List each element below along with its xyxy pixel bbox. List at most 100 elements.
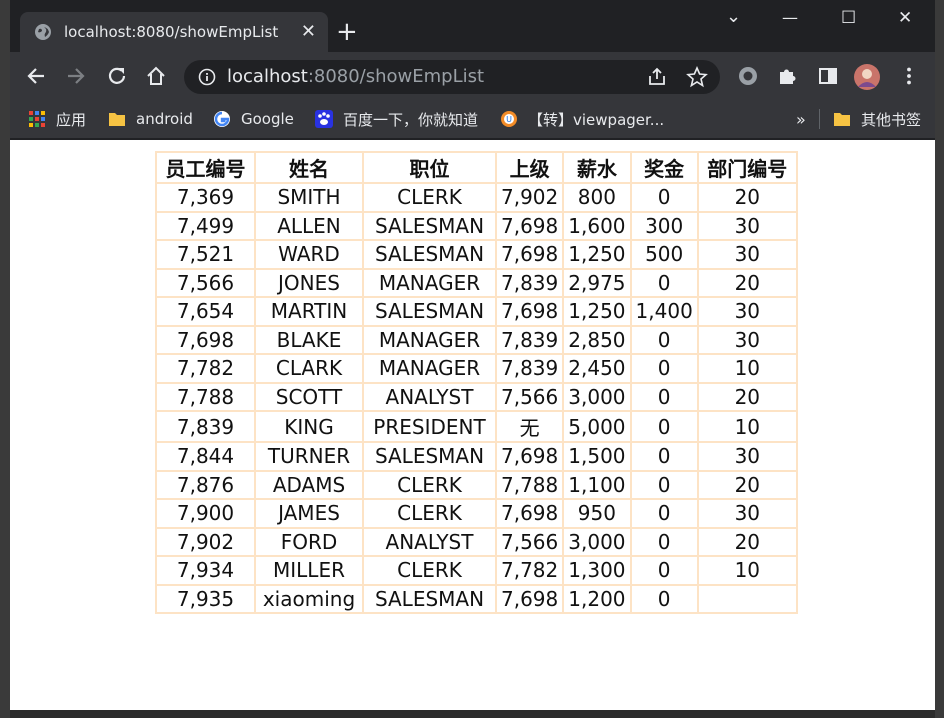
folder-icon xyxy=(834,113,850,126)
table-cell: 7,654 xyxy=(156,297,255,326)
table-cell: 20 xyxy=(697,183,797,212)
table-cell: 7,839 xyxy=(496,354,564,383)
table-cell: 7,782 xyxy=(496,556,564,585)
column-header: 上级 xyxy=(496,152,564,183)
browser-window: localhost:8080/showEmpList ✕ + ⌄ — ☐ ✕ l… xyxy=(10,0,935,710)
table-cell: 1,100 xyxy=(563,470,631,499)
column-header: 员工编号 xyxy=(156,152,255,183)
table-cell: 7,902 xyxy=(156,527,255,556)
table-cell: ANALYST xyxy=(363,527,496,556)
table-row: 7,698 BLAKE MANAGER 7,839 2,850 0 30 xyxy=(156,325,797,354)
table-row: 7,499 ALLEN SALESMAN 7,698 1,600 300 30 xyxy=(156,211,797,240)
table-cell: 7,369 xyxy=(156,183,255,212)
table-cell: CLARK xyxy=(255,354,363,383)
background-window-strip-left xyxy=(0,0,10,718)
tab-search-dropdown-icon[interactable]: ⌄ xyxy=(726,6,741,27)
bookmark-google[interactable]: Google xyxy=(213,108,294,130)
table-cell: xiaoming xyxy=(255,584,363,613)
extensions-puzzle-icon[interactable] xyxy=(776,65,798,87)
share-icon[interactable] xyxy=(646,66,668,88)
table-cell: 30 xyxy=(697,240,797,269)
table-cell: 0 xyxy=(630,584,698,613)
bookmark-other-bookmarks[interactable]: 其他书签 xyxy=(833,108,921,130)
bookmark-label: 百度一下，你就知道 xyxy=(343,110,479,129)
table-cell: 0 xyxy=(630,183,698,212)
reload-icon[interactable] xyxy=(106,65,128,87)
bookmark-star-icon[interactable] xyxy=(686,66,708,88)
table-row: 7,369 SMITH CLERK 7,902 800 0 20 xyxy=(156,183,797,212)
forward-arrow-icon[interactable] xyxy=(65,65,87,87)
table-cell: 7,521 xyxy=(156,240,255,269)
extension-record-icon[interactable] xyxy=(737,65,759,87)
table-cell: 20 xyxy=(697,527,797,556)
tab-active[interactable]: localhost:8080/showEmpList ✕ xyxy=(20,12,328,52)
close-window-icon[interactable]: ✕ xyxy=(898,8,912,28)
table-cell: MANAGER xyxy=(363,354,496,383)
profile-avatar[interactable] xyxy=(853,63,881,91)
table-row: 7,934 MILLER CLERK 7,782 1,300 0 10 xyxy=(156,556,797,585)
table-cell: 0 xyxy=(630,382,698,411)
minimize-icon[interactable]: — xyxy=(782,8,798,27)
table-cell: MARTIN xyxy=(255,297,363,326)
table-cell: 7,839 xyxy=(496,325,564,354)
table-cell: 0 xyxy=(630,411,698,442)
bookmark-baidu[interactable]: 百度一下，你就知道 xyxy=(315,108,478,130)
column-header: 姓名 xyxy=(255,152,363,183)
table-cell: SCOTT xyxy=(255,382,363,411)
table-cell: 2,450 xyxy=(563,354,631,383)
table-cell: 2,975 xyxy=(563,268,631,297)
table-cell: WARD xyxy=(255,240,363,269)
bookmark-android[interactable]: android xyxy=(108,108,193,130)
table-cell: 3,000 xyxy=(563,382,631,411)
back-arrow-icon[interactable] xyxy=(25,65,47,87)
column-header: 部门编号 xyxy=(697,152,797,183)
url-path: :8080/showEmpList xyxy=(307,66,485,87)
table-cell: 10 xyxy=(697,354,797,383)
bookmark-apps[interactable]: 应用 xyxy=(28,108,86,130)
background-window-strip-right xyxy=(935,0,944,718)
kebab-menu-icon[interactable] xyxy=(898,65,920,87)
table-cell: 20 xyxy=(697,470,797,499)
table-cell: 300 xyxy=(630,211,698,240)
folder-icon xyxy=(109,113,125,126)
table-cell: 30 xyxy=(697,442,797,471)
maximize-icon[interactable]: ☐ xyxy=(841,8,856,28)
url-text[interactable]: localhost:8080/showEmpList xyxy=(227,66,484,87)
apps-grid-icon xyxy=(29,111,45,127)
table-cell: 20 xyxy=(697,268,797,297)
table-cell: 7,698 xyxy=(496,442,564,471)
table-cell: 10 xyxy=(697,556,797,585)
table-cell: 7,902 xyxy=(496,183,564,212)
table-cell: SALESMAN xyxy=(363,240,496,269)
toolbar: localhost:8080/showEmpList xyxy=(10,52,935,100)
bookmark-label: 其他书签 xyxy=(861,110,922,129)
table-cell: 1,200 xyxy=(563,584,631,613)
table-cell: 无 xyxy=(496,411,564,442)
site-info-icon[interactable] xyxy=(198,68,216,86)
table-cell: 7,566 xyxy=(496,382,564,411)
table-cell: SMITH xyxy=(255,183,363,212)
table-cell: PRESIDENT xyxy=(363,411,496,442)
new-tab-button[interactable]: + xyxy=(336,18,358,46)
table-cell: 7,698 xyxy=(156,325,255,354)
table-row: 7,839 KING PRESIDENT 无 5,000 0 10 xyxy=(156,411,797,442)
column-header: 职位 xyxy=(363,152,496,183)
table-cell: 7,839 xyxy=(156,411,255,442)
address-bar[interactable]: localhost:8080/showEmpList xyxy=(184,60,720,94)
table-cell: 1,500 xyxy=(563,442,631,471)
employee-table-body: 7,369 SMITH CLERK 7,902 800 0 20 7,499 ALLEN SALE… xyxy=(156,183,797,613)
table-cell: 30 xyxy=(697,499,797,528)
home-icon[interactable] xyxy=(145,65,167,87)
bookmarks-divider xyxy=(819,109,820,129)
table-cell: 20 xyxy=(697,382,797,411)
side-panel-icon[interactable] xyxy=(817,65,839,87)
bookmark-viewpager[interactable]: U 【转】viewpager... xyxy=(500,108,664,130)
table-row: 7,844 TURNER SALESMAN 7,698 1,500 0 30 xyxy=(156,442,797,471)
table-cell: 7,900 xyxy=(156,499,255,528)
page-content: 员工编号 姓名 职位 上级 薪水 奖金 部门编号 7,369 SMITH CLERK… xyxy=(10,140,935,710)
table-cell: SALESMAN xyxy=(363,584,496,613)
table-cell: 30 xyxy=(697,211,797,240)
bookmarks-overflow-button[interactable]: » xyxy=(796,108,806,130)
table-cell: 0 xyxy=(630,527,698,556)
close-tab-icon[interactable]: ✕ xyxy=(301,21,316,43)
